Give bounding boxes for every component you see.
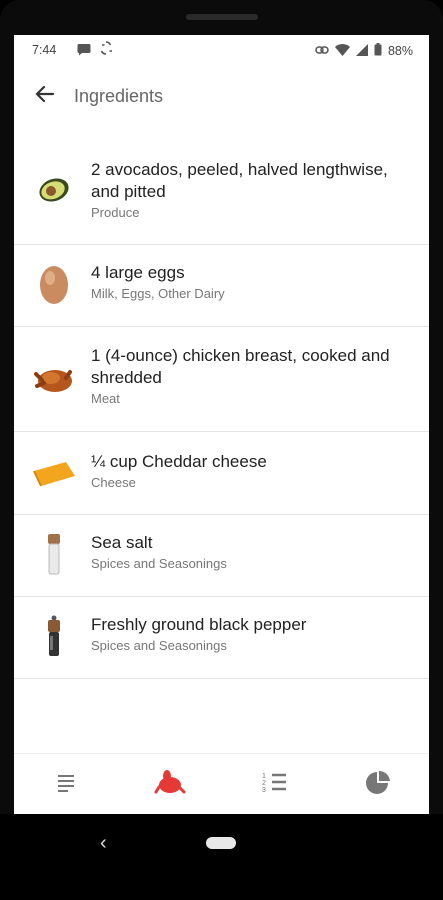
ingredient-item[interactable]: Sea salt Spices and Seasonings [14, 515, 429, 597]
ingredient-category: Produce [91, 205, 140, 220]
ingredient-name: 2 avocados, peeled, halved lengthwise, a… [91, 160, 388, 201]
salt-shaker-icon [31, 532, 77, 578]
ingredient-category: Milk, Eggs, Other Dairy [91, 286, 225, 301]
ingredient-category: Meat [91, 391, 120, 406]
ingredient-list: 2 avocados, peeled, halved lengthwise, a… [14, 134, 429, 679]
svg-text:2: 2 [262, 780, 266, 787]
overview-tab[interactable] [46, 764, 86, 800]
ingredient-item[interactable]: 2 avocados, peeled, halved lengthwise, a… [14, 134, 429, 245]
ingredient-name: ¼ cup Cheddar cheese [91, 452, 267, 471]
numbered-steps-icon: 123 [262, 773, 286, 794]
ingredient-item[interactable]: Freshly ground black pepper Spices and S… [14, 597, 429, 679]
egg-icon [31, 261, 77, 307]
app-screen: 7:44 88% Ingredients 2 avocados, peeled,… [14, 35, 429, 814]
overview-lines-icon [58, 775, 74, 792]
ingredient-name: 4 large eggs [91, 263, 185, 282]
wifi-icon [334, 43, 350, 59]
page-title: Ingredients [74, 86, 164, 106]
nutrition-tab[interactable] [357, 764, 397, 800]
steps-tab[interactable]: 123 [254, 764, 294, 800]
app-bar: Ingredients [14, 65, 429, 127]
ingredients-tab[interactable] [150, 764, 190, 800]
svg-text:3: 3 [262, 787, 266, 794]
ingredient-name: 1 (4-ounce) chicken breast, cooked and s… [91, 346, 390, 387]
status-time: 7:44 [32, 43, 57, 57]
ingredient-category: Spices and Seasonings [91, 556, 227, 571]
battery-percent: 88% [387, 44, 413, 58]
ingredient-name: Freshly ground black pepper [91, 615, 307, 634]
system-home-button[interactable] [206, 837, 236, 849]
ingredient-category: Spices and Seasonings [91, 638, 227, 653]
link-icon [315, 44, 329, 58]
speaker-grille [186, 14, 258, 20]
pepper-mill-icon [31, 614, 77, 660]
status-icons: 88% [315, 43, 413, 59]
ingredient-name: Sea salt [91, 533, 153, 552]
message-icon [77, 43, 91, 59]
avocado-icon [31, 166, 77, 212]
bottom-navigation: 123 [14, 753, 429, 814]
phone-frame: 7:44 88% Ingredients 2 avocados, peeled,… [0, 0, 443, 900]
status-bar: 7:44 88% [14, 35, 429, 65]
battery-icon [374, 43, 382, 59]
signal-icon [355, 43, 368, 59]
sync-icon [100, 41, 112, 58]
system-back-icon[interactable]: ‹ [100, 832, 107, 855]
roast-chicken-icon [31, 356, 77, 402]
svg-text:1: 1 [262, 773, 266, 780]
ingredient-item[interactable]: 4 large eggs Milk, Eggs, Other Dairy [14, 245, 429, 327]
cheese-icon [31, 451, 77, 497]
ingredient-item[interactable]: ¼ cup Cheddar cheese Cheese [14, 432, 429, 515]
ingredients-chicken-icon [154, 770, 186, 794]
system-navigation-bar: ‹ [0, 814, 443, 900]
ingredient-category: Cheese [91, 475, 136, 490]
ingredient-item[interactable]: 1 (4-ounce) chicken breast, cooked and s… [14, 327, 429, 432]
nutrition-pie-icon [366, 770, 390, 794]
back-arrow-icon[interactable] [31, 80, 59, 108]
